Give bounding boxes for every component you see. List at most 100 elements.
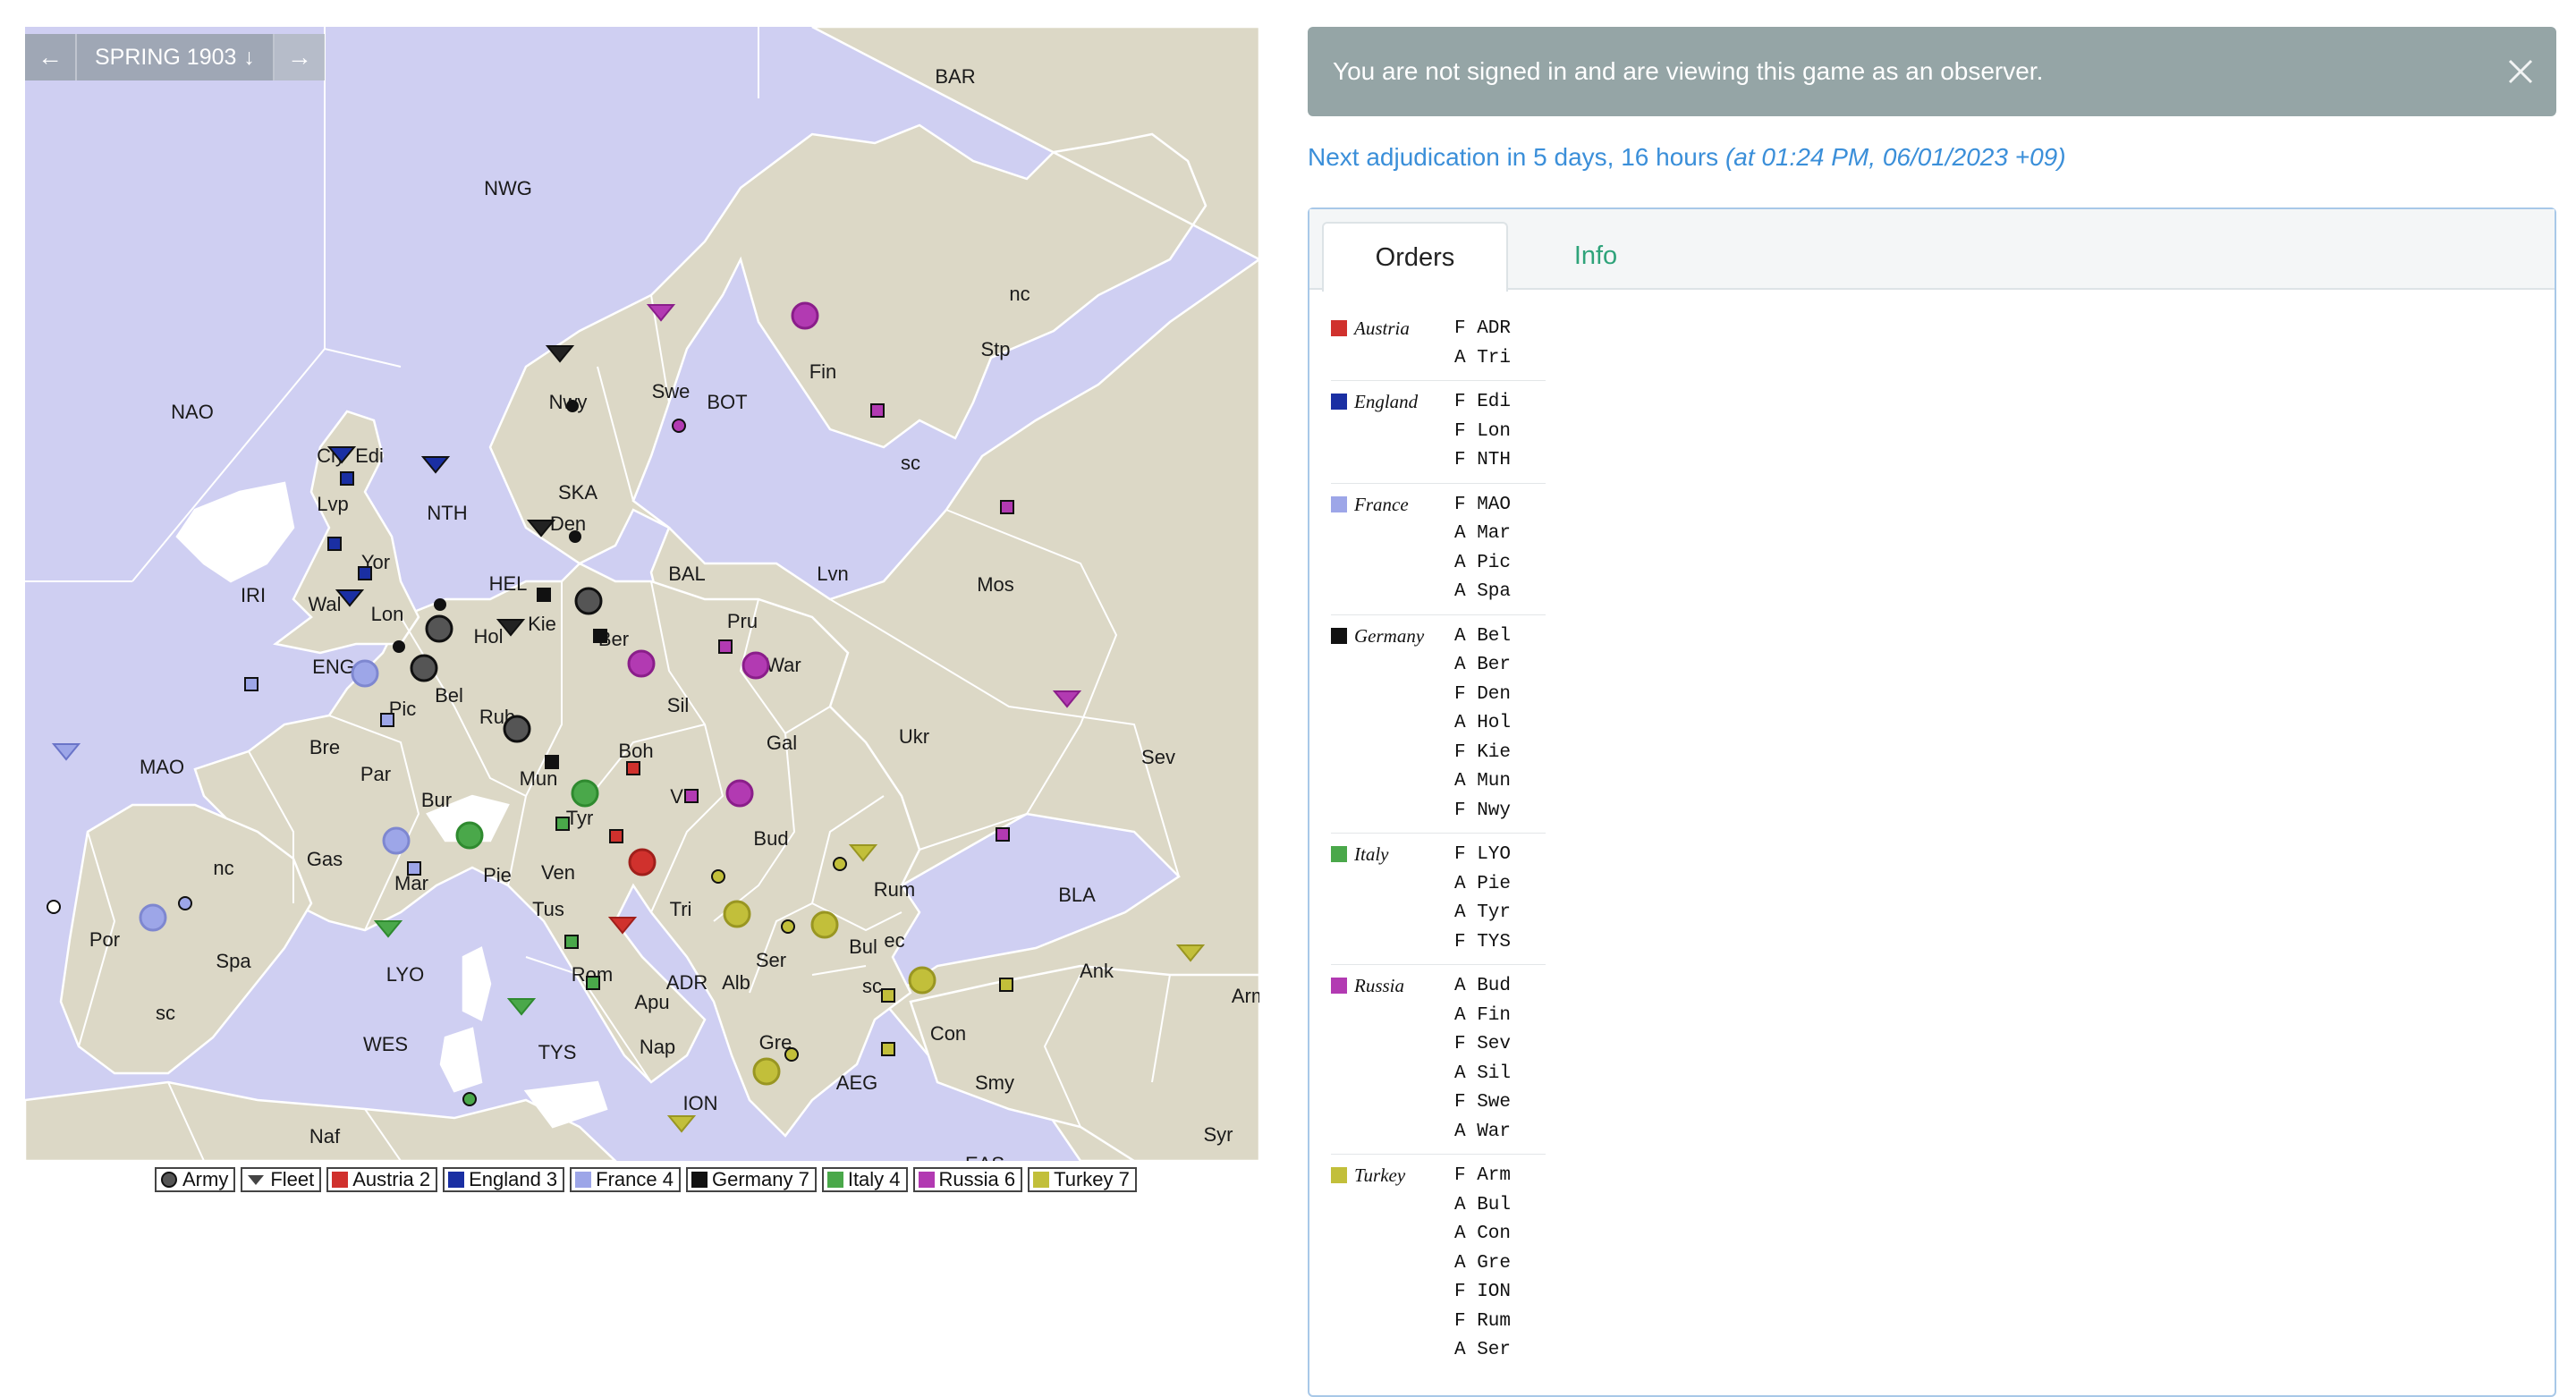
supply-center-dot — [434, 598, 446, 611]
orders-group: England F Edi F Lon F NTH — [1331, 381, 1546, 484]
army-turkey-con[interactable] — [908, 966, 936, 995]
orders-group: Austria F ADR A Tri — [1331, 308, 1546, 381]
army-france-spa[interactable] — [139, 903, 167, 932]
army-germany-ber[interactable] — [574, 587, 603, 615]
supply-center-square — [626, 761, 640, 775]
supply-center-dot — [672, 419, 686, 433]
season-label: SPRING 1903 — [95, 44, 237, 70]
army-turkey-bul[interactable] — [810, 910, 839, 939]
army-russia-war[interactable] — [741, 651, 770, 680]
close-icon[interactable] — [2506, 57, 2535, 86]
power-name: Austria — [1331, 315, 1454, 373]
army-turkey-ser[interactable] — [723, 900, 751, 928]
unit-list: F LYO A Pie A Tyr F TYS — [1454, 841, 1511, 957]
season-navigator: ← SPRING 1903 ↓ → — [25, 34, 325, 80]
power-name: Germany — [1331, 622, 1454, 826]
territory-label: Par — [360, 763, 391, 785]
unit-order: F Kie — [1454, 741, 1512, 763]
army-germany-mun[interactable] — [503, 715, 531, 743]
legend-power-label: France 4 — [596, 1168, 674, 1190]
supply-center-square — [545, 755, 559, 769]
map-legend: Army Fleet Austria 2 England 3 France 4 … — [155, 1167, 1137, 1192]
game-map[interactable]: BARNWGncStpNAOFinNwySweBOTscClyEdiLvpNTH… — [25, 27, 1259, 1161]
unit-order: A Pic — [1454, 552, 1512, 573]
tab-orders[interactable]: Orders — [1322, 222, 1508, 292]
supply-center-dot — [462, 1092, 477, 1106]
power-name: Italy — [1331, 841, 1454, 957]
unit-list: F Arm A Bul A Con A Gre F ION F Rum A Se… — [1454, 1162, 1511, 1366]
power-label: Italy — [1354, 843, 1389, 865]
legend-power-label: Italy 4 — [847, 1168, 901, 1190]
legend-germany: Germany 7 — [686, 1167, 817, 1192]
territory-label: NTH — [427, 502, 467, 524]
army-italy-pie[interactable] — [455, 821, 484, 850]
territory-label: Fin — [809, 360, 837, 383]
army-france-mar[interactable] — [382, 826, 411, 855]
legend-turkey: Turkey 7 — [1028, 1167, 1137, 1192]
unit-order: F TYS — [1454, 931, 1512, 952]
season-select[interactable]: SPRING 1903 ↓ — [75, 34, 275, 80]
unit-order: A Ser — [1454, 1340, 1512, 1360]
territory-label: EAS — [965, 1153, 1004, 1161]
army-italy-tyr[interactable] — [571, 779, 599, 808]
territory-label: Bur — [421, 789, 452, 811]
territory-label: sc — [901, 452, 920, 474]
territory-label: Ukr — [899, 725, 929, 748]
next-adjudication: Next adjudication in 5 days, 16 hours (a… — [1308, 143, 2066, 172]
legend-france: France 4 — [570, 1167, 681, 1192]
territory-label: NAO — [171, 401, 214, 423]
supply-center-square — [718, 639, 733, 654]
previous-season-button[interactable]: ← — [25, 34, 75, 80]
territory-label: Wal — [308, 593, 341, 615]
territory-label: Ven — [541, 861, 575, 884]
army-austria-tri[interactable] — [628, 848, 657, 876]
supply-center-square — [999, 978, 1013, 992]
orders-list: Austria F ADR A Tri England F Edi F Lon … — [1331, 308, 1546, 1373]
territory-label: MAO — [140, 756, 184, 778]
unit-order: F ADR — [1454, 318, 1512, 339]
territory-label: Tyr — [566, 807, 594, 829]
unit-order: A Bul — [1454, 1194, 1512, 1215]
orders-group: France F MAO A Mar A Pic A Spa — [1331, 484, 1546, 615]
territory-label: BLA — [1058, 884, 1096, 906]
power-color-swatch — [1331, 978, 1347, 994]
territory-label: ADR — [666, 971, 708, 994]
supply-center-square — [407, 861, 421, 876]
army-turkey-gre[interactable] — [752, 1057, 781, 1086]
legend-power-label: Austria 2 — [352, 1168, 431, 1190]
territory-label: Hol — [473, 625, 503, 648]
next-season-button[interactable]: → — [274, 34, 325, 80]
army-russia-fin[interactable] — [791, 301, 819, 330]
army-germany-bel[interactable] — [410, 654, 438, 682]
map-svg[interactable]: BARNWGncStpNAOFinNwySweBOTscClyEdiLvpNTH… — [25, 27, 1259, 1161]
supply-center-square — [327, 537, 342, 551]
army-france-pic[interactable] — [351, 659, 379, 688]
territory-label: Rum — [874, 878, 915, 901]
unit-order: A Bel — [1454, 625, 1512, 647]
unit-order: A Con — [1454, 1223, 1512, 1244]
supply-center-square — [996, 827, 1010, 842]
england-swatch — [448, 1172, 465, 1188]
power-label: Turkey — [1354, 1164, 1406, 1186]
orders-group: Russia A Bud A Fin F Sev A Sil F Swe A W… — [1331, 965, 1546, 1155]
territory-label: Apu — [634, 991, 669, 1013]
territory-label: Naf — [309, 1125, 341, 1147]
unit-order: A Mar — [1454, 523, 1512, 544]
army-germany-hol[interactable] — [425, 614, 453, 643]
unit-order: F Lon — [1454, 420, 1512, 442]
army-russia-bud[interactable] — [725, 779, 754, 808]
adjudication-time: (at 01:24 PM, 06/01/2023 +09) — [1724, 143, 2066, 171]
tab-bar: Orders Info — [1309, 209, 2555, 292]
territory-label: Lvp — [317, 493, 348, 515]
territory-label: Stp — [980, 338, 1010, 360]
tab-info[interactable]: Info — [1533, 222, 1658, 290]
france-swatch — [575, 1172, 592, 1188]
unit-order: A Mun — [1454, 771, 1512, 792]
supply-center-dot — [393, 640, 405, 653]
army-russia-sil[interactable] — [627, 649, 656, 678]
austria-swatch — [332, 1172, 349, 1188]
unit-order: A Sil — [1454, 1063, 1512, 1084]
unit-order: F MAO — [1454, 494, 1512, 515]
territory-label: ec — [884, 929, 904, 952]
territory-label: Bre — [309, 736, 340, 758]
